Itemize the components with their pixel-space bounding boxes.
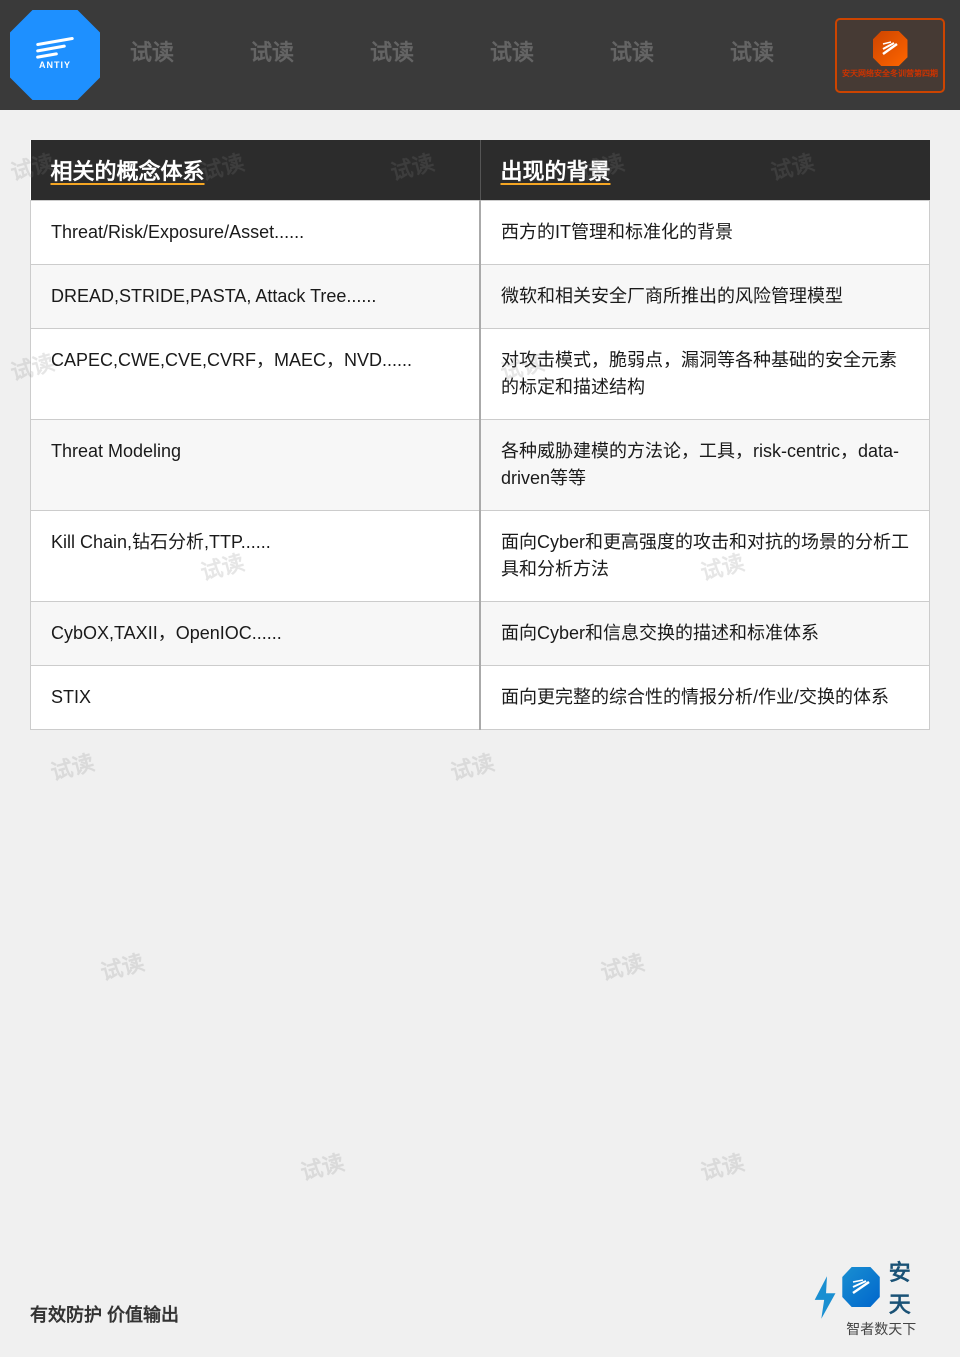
table-cell-col1-2: CAPEC,CWE,CVE,CVRF，MAEC，NVD......: [31, 329, 481, 420]
data-table: 相关的概念体系 出现的背景 Threat/Risk/Exposure/Asset…: [30, 140, 930, 730]
table-cell-col2-0: 西方的IT管理和标准化的背景: [480, 201, 930, 265]
table-header-row: 相关的概念体系 出现的背景: [31, 140, 930, 201]
wm-1: 试读: [130, 35, 174, 67]
footer-lightning-icon: [810, 1275, 838, 1320]
table-cell-col2-1: 微软和相关安全厂商所推出的风险管理模型: [480, 265, 930, 329]
table-row: CAPEC,CWE,CVE,CVRF，MAEC，NVD......对攻击模式，脆…: [31, 329, 930, 420]
table-row: DREAD,STRIDE,PASTA, Attack Tree......微软和…: [31, 265, 930, 329]
stamp-text: 安天网络安全冬训营第四期: [842, 68, 938, 79]
header-watermarks: 试读 试读 试读 试读 试读 试读: [0, 0, 960, 110]
pwm-11: 试读: [447, 745, 498, 787]
table-cell-col2-2: 对攻击模式，脆弱点，漏洞等各种基础的安全元素的标定和描述结构: [480, 329, 930, 420]
wm-5: 试读: [610, 35, 654, 67]
footer-right: 安天 智者数天下: [810, 1267, 930, 1327]
footer-logo-hexagon: [842, 1267, 879, 1307]
table-cell-col2-3: 各种威胁建模的方法论，工具，risk-centric，data-driven等等: [480, 420, 930, 511]
logo-lines: [36, 40, 74, 57]
table-cell-col2-4: 面向Cyber和更高强度的攻击和对抗的场景的分析工具和分析方法: [480, 511, 930, 602]
table-cell-col1-3: Threat Modeling: [31, 420, 481, 511]
header: ANTIY 试读 试读 试读 试读 试读 试读 安天网络安全冬训营第四期: [0, 0, 960, 110]
table-row: Kill Chain,钻石分析,TTP......面向Cyber和更高强度的攻击…: [31, 511, 930, 602]
stamp-badge: 安天网络安全冬训营第四期: [835, 18, 945, 93]
table-row: CybOX,TAXII，OpenIOC......面向Cyber和信息交换的描述…: [31, 602, 930, 666]
pwm-10: 试读: [47, 745, 98, 787]
logo-line-2: [36, 44, 66, 52]
table-cell-col1-0: Threat/Risk/Exposure/Asset......: [31, 201, 481, 265]
stamp-logo-svg: [880, 39, 900, 59]
footer: 有效防护 价值输出 安天 智者数天下: [30, 1267, 930, 1327]
table-cell-col1-1: DREAD,STRIDE,PASTA, Attack Tree......: [31, 265, 481, 329]
header-logo: ANTIY: [10, 10, 100, 100]
main-content: 相关的概念体系 出现的背景 Threat/Risk/Exposure/Asset…: [30, 140, 930, 730]
logo-text: ANTIY: [39, 60, 71, 70]
header-right-badge: 安天网络安全冬训营第四期: [830, 15, 950, 95]
wm-3: 试读: [370, 35, 414, 67]
wm-6: 试读: [730, 35, 774, 67]
footer-logo-svg: [850, 1276, 872, 1298]
col2-header: 出现的背景: [480, 140, 930, 201]
table-row: Threat/Risk/Exposure/Asset......西方的IT管理和…: [31, 201, 930, 265]
pwm-12: 试读: [97, 945, 148, 987]
pwm-15: 试读: [697, 1145, 748, 1187]
footer-logo-text: 安天: [889, 1255, 930, 1319]
footer-logo: 安天 智者数天下: [810, 1267, 930, 1327]
stamp-logo: [873, 31, 908, 66]
table-cell-col1-4: Kill Chain,钻石分析,TTP......: [31, 511, 481, 602]
logo-line-1: [36, 37, 74, 47]
table-cell-col1-6: STIX: [31, 666, 481, 730]
footer-logo-subtext: 智者数天下: [846, 1319, 930, 1339]
footer-left-text: 有效防护 价值输出: [30, 1301, 179, 1327]
table-row: Threat Modeling各种威胁建模的方法论，工具，risk-centri…: [31, 420, 930, 511]
wm-4: 试读: [490, 35, 534, 67]
table-body: Threat/Risk/Exposure/Asset......西方的IT管理和…: [31, 201, 930, 730]
wm-2: 试读: [250, 35, 294, 67]
pwm-14: 试读: [297, 1145, 348, 1187]
table-cell-col1-5: CybOX,TAXII，OpenIOC......: [31, 602, 481, 666]
logo-line-3: [36, 52, 58, 59]
table-cell-col2-6: 面向更完整的综合性的情报分析/作业/交换的体系: [480, 666, 930, 730]
pwm-13: 试读: [597, 945, 648, 987]
col1-header: 相关的概念体系: [31, 140, 481, 201]
table-row: STIX面向更完整的综合性的情报分析/作业/交换的体系: [31, 666, 930, 730]
table-cell-col2-5: 面向Cyber和信息交换的描述和标准体系: [480, 602, 930, 666]
